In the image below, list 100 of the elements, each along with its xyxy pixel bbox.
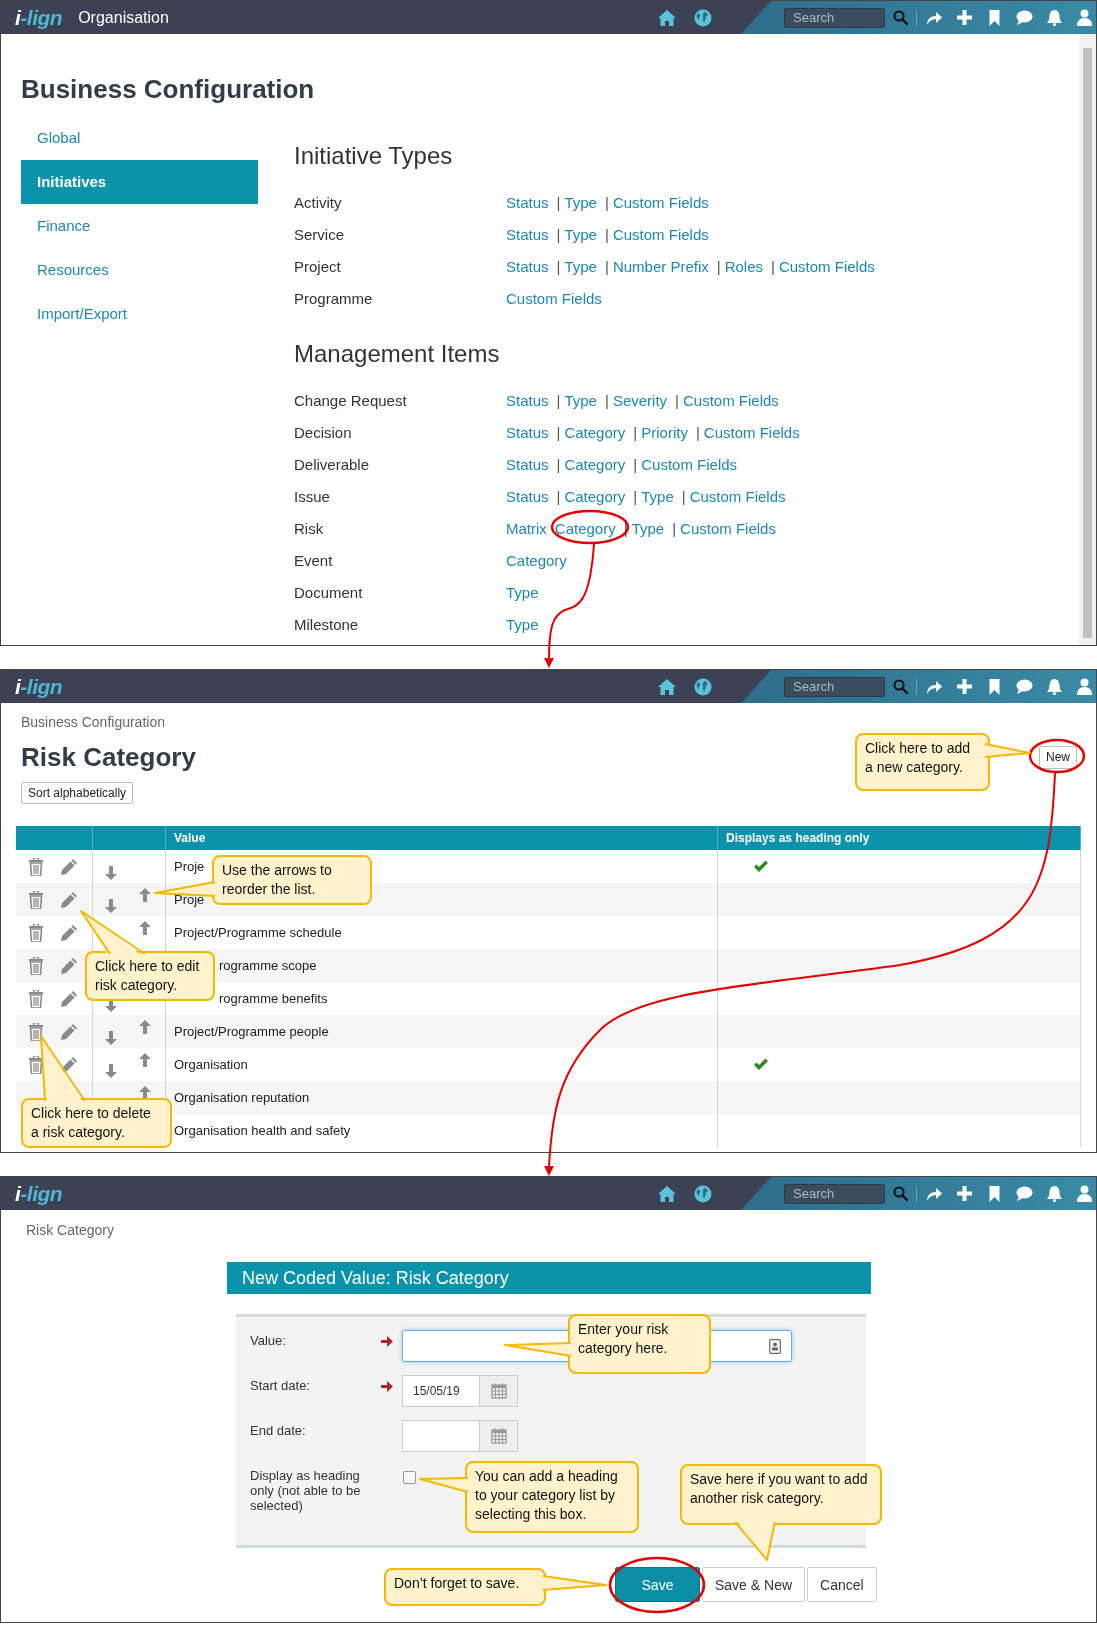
user-icon[interactable] <box>1076 9 1093 26</box>
delete-icon[interactable] <box>28 923 44 942</box>
chat-icon[interactable] <box>1016 10 1033 25</box>
config-link[interactable]: Category <box>506 551 567 569</box>
config-link[interactable]: Type <box>641 487 674 505</box>
bell-icon[interactable] <box>1046 9 1063 26</box>
config-link[interactable]: Status <box>506 257 549 275</box>
calendar-button[interactable] <box>480 1420 518 1452</box>
config-link[interactable]: Type <box>564 257 597 275</box>
down-arrow-icon[interactable] <box>104 866 118 880</box>
scrollbar[interactable] <box>1079 34 1096 645</box>
edit-icon[interactable] <box>60 1022 78 1041</box>
config-link[interactable]: Category <box>554 519 616 537</box>
config-link[interactable]: Status <box>506 193 549 211</box>
config-link[interactable]: Status <box>506 487 549 505</box>
delete-icon[interactable] <box>28 956 44 975</box>
globe-icon[interactable] <box>694 1184 712 1203</box>
config-link[interactable]: Status <box>506 455 549 473</box>
up-arrow-icon[interactable] <box>138 921 152 935</box>
config-link[interactable]: Category <box>564 423 626 441</box>
new-button[interactable]: New <box>1039 745 1077 769</box>
config-link[interactable]: Type <box>631 519 665 537</box>
sort-button[interactable]: Sort alphabetically <box>21 782 134 804</box>
sidebar-item[interactable]: Import/Export <box>21 292 258 336</box>
plus-icon[interactable] <box>956 1185 973 1202</box>
sidebar-item[interactable]: Resources <box>21 248 258 292</box>
delete-icon[interactable] <box>28 857 44 876</box>
config-link[interactable]: Custom Fields <box>680 519 776 537</box>
edit-icon[interactable] <box>60 857 78 876</box>
home-icon[interactable] <box>658 678 676 695</box>
logo[interactable]: i-lign <box>15 1181 63 1206</box>
search-icon[interactable] <box>893 1186 908 1201</box>
config-link[interactable]: Custom Fields <box>641 455 738 473</box>
sidebar-item[interactable]: Global <box>21 116 258 160</box>
config-link[interactable]: Type <box>564 193 597 211</box>
delete-icon[interactable] <box>28 1022 44 1041</box>
search-icon[interactable] <box>893 679 908 694</box>
forward-arrow-icon[interactable] <box>926 679 943 694</box>
action-button[interactable]: Save & New <box>702 1567 806 1602</box>
scrollbar-thumb[interactable] <box>1083 48 1092 638</box>
down-arrow-icon[interactable] <box>104 899 118 913</box>
config-link[interactable]: Roles <box>724 257 763 275</box>
home-icon[interactable] <box>658 1185 676 1202</box>
config-link[interactable]: Status <box>506 225 549 243</box>
config-link[interactable]: Custom Fields <box>703 423 800 441</box>
up-arrow-icon[interactable] <box>138 1053 152 1067</box>
config-link[interactable]: Custom Fields <box>689 487 786 505</box>
config-link[interactable]: Custom Fields <box>682 391 779 409</box>
user-icon[interactable] <box>1076 678 1093 695</box>
config-link[interactable]: Category <box>564 455 626 473</box>
config-link[interactable]: Custom Fields <box>778 257 875 275</box>
config-link[interactable]: Type <box>564 391 597 409</box>
delete-icon[interactable] <box>28 890 44 909</box>
delete-icon[interactable] <box>28 1055 44 1074</box>
sidebar-item[interactable]: Finance <box>21 204 258 248</box>
bell-icon[interactable] <box>1046 678 1063 695</box>
date-field[interactable]: 15/05/19 <box>402 1375 480 1407</box>
bell-icon[interactable] <box>1046 1185 1063 1202</box>
edit-icon[interactable] <box>60 923 78 942</box>
config-link[interactable]: Type <box>506 583 539 601</box>
search-field[interactable]: Search <box>784 7 885 28</box>
search-field[interactable]: Search <box>784 676 885 697</box>
logo[interactable]: i-lign <box>15 674 63 699</box>
config-link[interactable]: Matrix <box>506 519 547 537</box>
calendar-button[interactable] <box>480 1375 518 1407</box>
config-link[interactable]: Type <box>564 225 597 243</box>
delete-icon[interactable] <box>28 989 44 1008</box>
search-field[interactable]: Search <box>784 1183 885 1204</box>
chat-icon[interactable] <box>1016 679 1033 694</box>
action-button[interactable]: Cancel <box>807 1567 877 1602</box>
config-link[interactable]: Status <box>506 391 549 409</box>
config-link[interactable]: Status <box>506 423 549 441</box>
config-link[interactable]: Custom Fields <box>612 225 709 243</box>
globe-icon[interactable] <box>694 8 712 27</box>
user-icon[interactable] <box>1076 1185 1093 1202</box>
sidebar-item[interactable]: Initiatives <box>21 160 258 204</box>
down-arrow-icon[interactable] <box>104 1064 118 1078</box>
logo[interactable]: i-lign <box>15 5 63 30</box>
config-link[interactable]: Custom Fields <box>506 289 602 307</box>
config-link[interactable]: Category <box>564 487 626 505</box>
edit-icon[interactable] <box>60 956 78 975</box>
chat-icon[interactable] <box>1016 1186 1033 1201</box>
forward-arrow-icon[interactable] <box>926 10 943 25</box>
date-field[interactable] <box>402 1420 480 1452</box>
config-link[interactable]: Number Prefix <box>612 257 709 275</box>
edit-icon[interactable] <box>60 890 78 909</box>
forward-arrow-icon[interactable] <box>926 1186 943 1201</box>
save-button[interactable]: Save <box>615 1567 700 1602</box>
home-icon[interactable] <box>658 9 676 26</box>
up-arrow-icon[interactable] <box>138 888 152 902</box>
config-link[interactable]: Priority <box>641 423 688 441</box>
config-link[interactable]: Type <box>506 615 539 633</box>
plus-icon[interactable] <box>956 678 973 695</box>
search-icon[interactable] <box>893 10 908 25</box>
config-link[interactable]: Custom Fields <box>612 193 709 211</box>
checkbox[interactable] <box>403 1471 416 1484</box>
plus-icon[interactable] <box>956 9 973 26</box>
config-link[interactable]: Severity <box>612 391 668 409</box>
globe-icon[interactable] <box>694 677 712 696</box>
up-arrow-icon[interactable] <box>138 1020 152 1034</box>
